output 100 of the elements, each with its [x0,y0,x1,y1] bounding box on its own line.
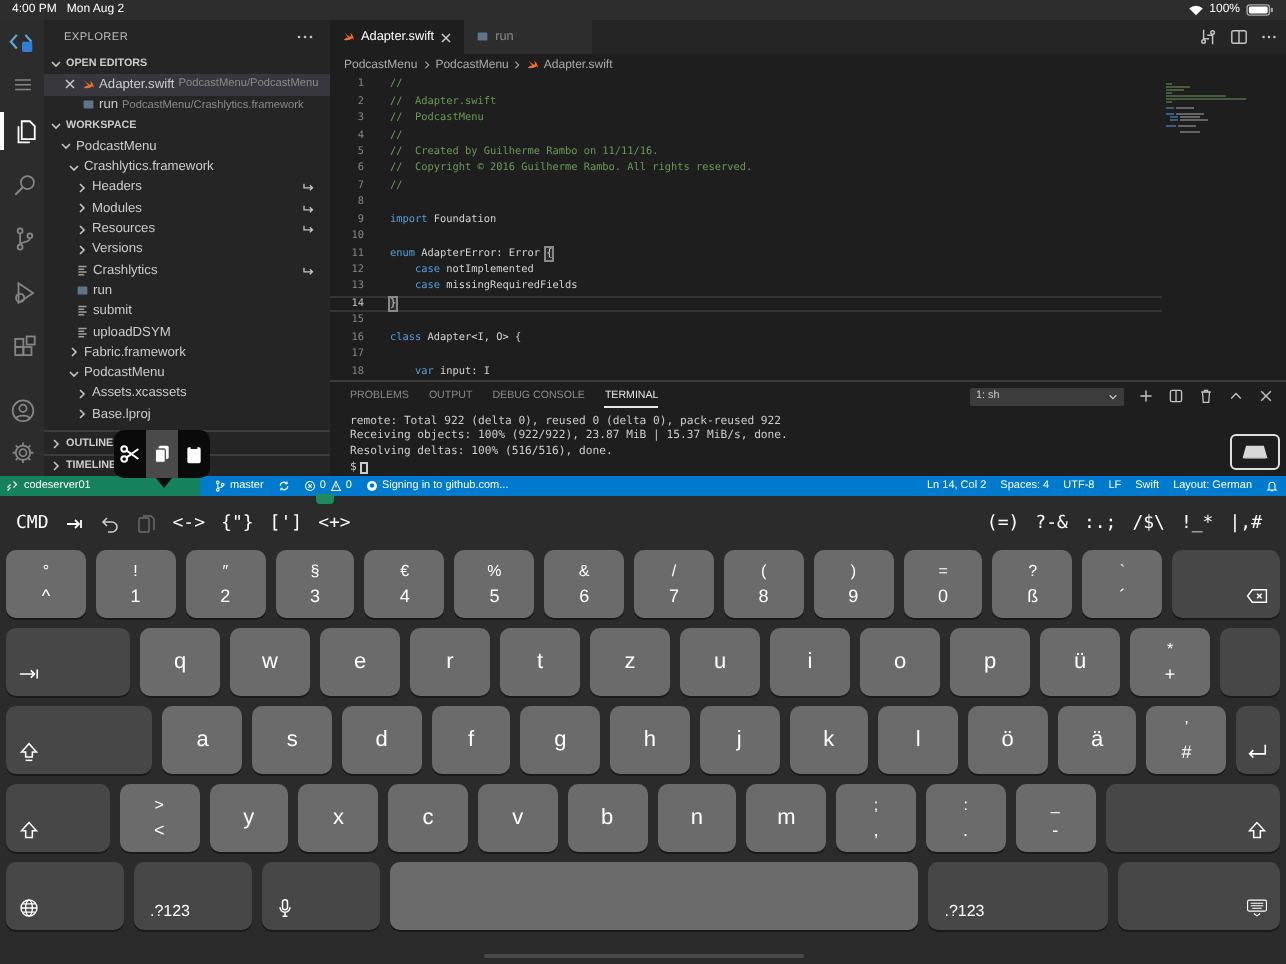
key[interactable]: = 0 [903,550,983,618]
swift-file-icon [82,78,95,92]
chevron-right-icon [512,60,523,70]
key[interactable]: ″ 2 [185,550,266,618]
toolbar-key[interactable]: (=) [986,513,1020,533]
key[interactable]: * + [1130,628,1210,696]
wifi-icon [1187,4,1204,16]
key[interactable]: c [388,784,468,852]
toolbar-key[interactable]: <+> [318,513,351,533]
toolbar-key[interactable]: /$\ [1132,513,1165,533]
globe-icon [18,898,40,918]
key[interactable]: p [950,628,1030,696]
key[interactable]: ( 8 [723,550,804,618]
drag-handle[interactable] [316,494,334,504]
globe-key[interactable] [6,862,124,930]
keyboard-icon [1240,444,1270,460]
key[interactable]: ö [967,706,1048,774]
toolbar-key[interactable]: ?-& [1035,513,1068,533]
key[interactable]: a [162,706,243,774]
key[interactable]: d [341,706,422,774]
key[interactable]: q [140,628,220,696]
undo-icon[interactable] [100,513,121,533]
key[interactable]: ° ^ [6,550,86,618]
key[interactable]: s [252,706,332,774]
split-terminal-icon[interactable] [1168,388,1184,404]
battery-icon [1246,4,1274,16]
keyboard-toggle-button[interactable] [1230,434,1280,470]
key[interactable]: b [567,784,648,852]
key[interactable]: f [431,706,511,774]
key[interactable]: o [860,628,940,696]
close-icon[interactable] [1258,388,1274,404]
key[interactable]: ? ß [992,550,1073,618]
key[interactable]: i [770,628,850,696]
return-key[interactable] [1236,706,1280,774]
shift-icon [18,820,40,840]
toolbar-key[interactable]: CMD [16,513,49,533]
caps-lock-icon [18,742,40,762]
key[interactable]: t [500,628,580,696]
key[interactable]: k [789,706,869,774]
key[interactable]: j [699,706,780,774]
sync-icon[interactable] [277,480,290,492]
key[interactable]: w [230,628,310,696]
key[interactable]: ü [1040,628,1120,696]
callout-arrow [156,478,172,488]
trash-icon[interactable] [1198,388,1214,404]
key[interactable]: h [610,706,690,774]
key[interactable]: ` ´ [1082,550,1163,618]
key[interactable]: g [520,706,601,774]
return-icon [1245,742,1268,762]
key[interactable]: v [477,784,558,852]
key[interactable]: ’ # [1146,706,1227,774]
terminal-file-icon [82,98,95,112]
chevron-up-icon[interactable] [1228,388,1244,404]
key[interactable]: ) 9 [813,550,894,618]
toolbar-key[interactable]: {"} [221,513,254,533]
toolbar-key[interactable]: ['] [269,513,303,533]
code-server-logo-icon[interactable] [8,28,36,56]
key[interactable]: _ - [1015,784,1095,852]
copy-icon [152,444,172,464]
key[interactable]: ! 1 [95,550,176,618]
toolbar-key[interactable]: <-> [172,513,206,533]
close-icon[interactable] [64,78,76,91]
numbers-key[interactable]: .?123 [928,862,1108,930]
key[interactable]: u [680,628,760,696]
key[interactable]: z [590,628,670,696]
toolbar-key[interactable]: |,# [1229,513,1262,533]
key[interactable]: m [746,784,827,852]
compare-icon[interactable] [1200,28,1218,46]
split-editor-icon[interactable] [1230,28,1248,46]
key[interactable]: § 3 [275,550,355,618]
key[interactable]: % 5 [454,550,535,618]
key[interactable]: e [320,628,400,696]
key[interactable]: > < [119,784,200,852]
bell-icon[interactable] [1266,480,1278,492]
key[interactable]: : . [925,784,1006,852]
key[interactable]: l [878,706,958,774]
numbers-key[interactable]: .?123 [133,862,252,930]
toolbar-key[interactable]: !_* [1180,513,1214,533]
account-icon[interactable] [9,398,35,425]
key[interactable]: r [410,628,490,696]
toolbar-key[interactable]: :.; [1083,513,1117,533]
branch-icon [11,226,37,253]
extensions-icon [11,334,37,361]
key[interactable]: y [209,784,289,852]
file-lines-icon [76,325,89,339]
search-icon [11,172,37,199]
key[interactable]: ; , [836,784,916,852]
key[interactable]: x [298,784,379,852]
key[interactable]: & 6 [544,550,625,618]
close-icon[interactable] [440,31,453,43]
shift-icon [1246,820,1269,840]
copy-button[interactable] [146,430,178,478]
settings-icon[interactable] [9,440,35,466]
key[interactable]: / 7 [634,550,714,618]
tab-arrow-icon [18,664,40,684]
key[interactable]: n [657,784,737,852]
key[interactable]: ä [1057,706,1137,774]
key[interactable]: € 4 [364,550,445,618]
tab-arrow-icon[interactable] [64,513,85,533]
plus-icon[interactable] [1138,388,1154,404]
